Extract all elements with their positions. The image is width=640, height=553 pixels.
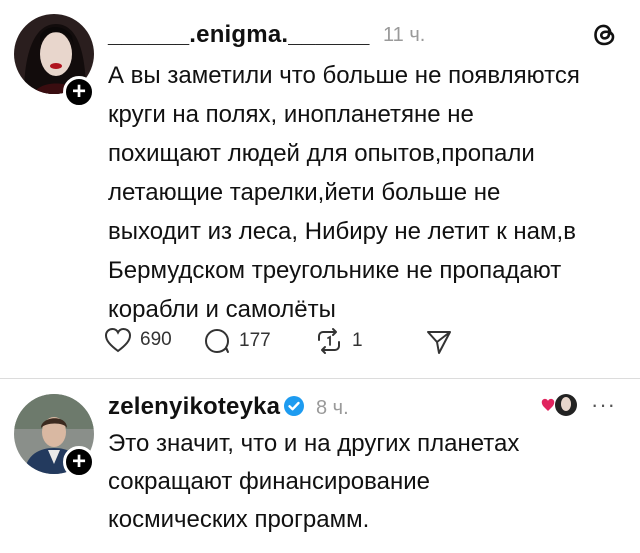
like-count: 690	[140, 329, 172, 350]
comment-icon	[203, 327, 231, 355]
threads-logo-icon[interactable]	[590, 20, 620, 55]
author-username: zelenyikoteyka	[108, 393, 281, 420]
more-icon[interactable]: ···	[591, 392, 616, 418]
post-time: 11 ч.	[383, 24, 426, 46]
author-name[interactable]: zelenyikoteyka	[108, 393, 305, 421]
author-name[interactable]: ______.enigma.______	[108, 21, 370, 49]
repost-button[interactable]: 1	[314, 327, 363, 355]
share-icon[interactable]	[425, 328, 453, 361]
reply-button[interactable]: 177	[203, 327, 271, 355]
like-button[interactable]: 690	[104, 327, 172, 353]
repost-count: 1	[352, 330, 363, 351]
repost-icon	[314, 327, 344, 355]
follow-plus-button[interactable]: +	[63, 76, 95, 108]
post-text: Это значит, что и на других планетах сок…	[108, 430, 520, 533]
liked-by-author-icon	[540, 391, 580, 428]
post-time: 8 ч.	[316, 397, 349, 419]
post-divider	[0, 378, 640, 379]
follow-plus-button[interactable]: +	[63, 446, 95, 478]
reply-count: 177	[239, 330, 271, 351]
verified-badge-icon	[284, 396, 305, 416]
heart-icon	[104, 327, 132, 353]
post-text: А вы заметили что больше не появляются к…	[108, 62, 580, 323]
